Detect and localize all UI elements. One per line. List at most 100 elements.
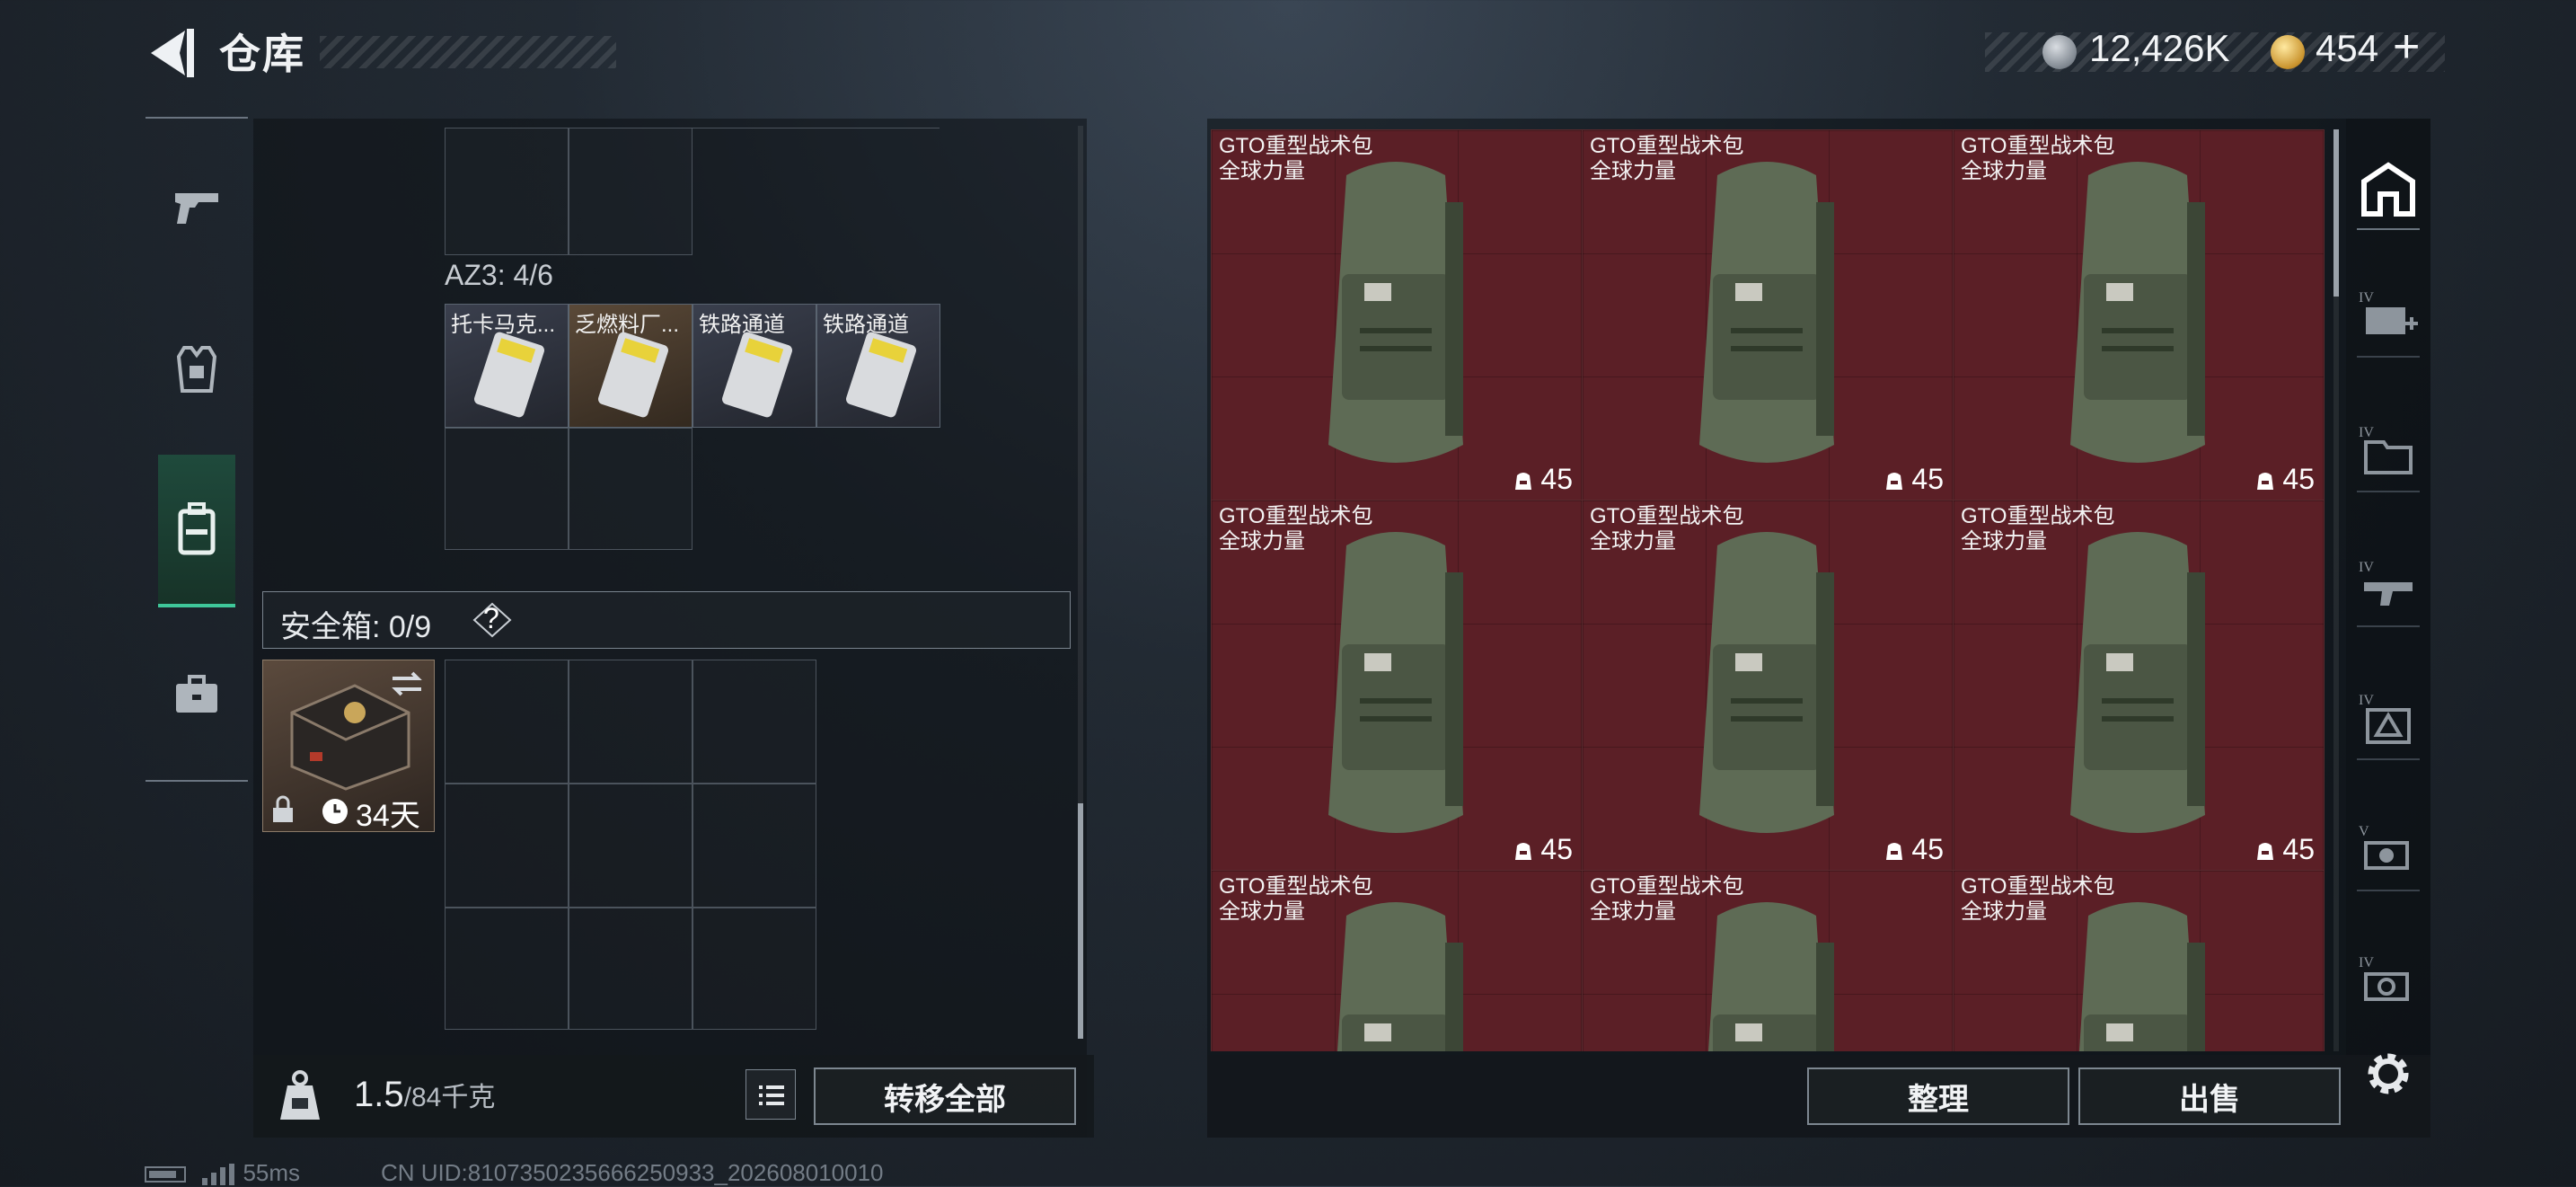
filter-documents[interactable]: IV bbox=[2357, 421, 2420, 492]
stash-item-backpack[interactable]: GTO重型战术包 全球力量 45 bbox=[1211, 500, 1583, 871]
item-name: GTO重型战术包 全球力量 bbox=[1961, 504, 2115, 554]
filter-gear[interactable]: IV bbox=[2357, 688, 2420, 760]
empty-slot[interactable] bbox=[445, 428, 569, 550]
warehouse-icon bbox=[2361, 162, 2415, 217]
filter-attachments[interactable]: V bbox=[2357, 819, 2420, 891]
keycard-item[interactable]: 铁路通道 bbox=[816, 304, 940, 428]
stash-item-backpack[interactable]: GTO重型战术包 全球力量 bbox=[1953, 870, 2325, 1051]
filter-misc[interactable]: IV bbox=[2357, 951, 2420, 1023]
stash-item-backpack[interactable]: GTO重型战术包 全球力量 bbox=[1582, 870, 1954, 1051]
empty-slot[interactable] bbox=[569, 128, 693, 255]
settings-button[interactable] bbox=[2360, 1046, 2416, 1102]
list-view-button[interactable] bbox=[745, 1069, 796, 1120]
triangle-box-icon: IV bbox=[2359, 693, 2411, 744]
item-name: GTO重型战术包 全球力量 bbox=[1590, 874, 1744, 924]
sort-button[interactable]: 整理 bbox=[1807, 1067, 2069, 1125]
svg-text:IV: IV bbox=[2359, 560, 2374, 575]
item-name: GTO重型战术包 全球力量 bbox=[1219, 504, 1373, 554]
back-arrow-icon bbox=[151, 29, 194, 77]
stash-scroll-thumb[interactable] bbox=[2333, 129, 2339, 297]
capacity-icon bbox=[1515, 472, 1532, 490]
help-button[interactable]: ? bbox=[471, 600, 514, 640]
stash-item-backpack[interactable]: GTO重型战术包 全球力量 45 bbox=[1953, 500, 2325, 871]
pistol-icon bbox=[175, 193, 218, 224]
svg-text:IV: IV bbox=[2359, 955, 2374, 970]
capacity-icon bbox=[1886, 842, 1903, 860]
safe-slot[interactable] bbox=[445, 784, 569, 908]
safe-slot[interactable] bbox=[569, 908, 693, 1030]
safe-slot[interactable] bbox=[569, 784, 693, 908]
signal-icon bbox=[202, 1164, 235, 1186]
stash-item-backpack[interactable]: GTO重型战术包 全球力量 45 bbox=[1953, 129, 2325, 500]
tab-armor[interactable] bbox=[158, 331, 235, 408]
capacity: 45 bbox=[2254, 833, 2315, 866]
back-button[interactable] bbox=[144, 27, 198, 79]
transfer-all-button[interactable]: 转移全部 bbox=[814, 1067, 1076, 1125]
briefcase-icon bbox=[176, 675, 217, 713]
backpack-icon bbox=[2070, 532, 2205, 833]
keycard-icon bbox=[474, 332, 544, 418]
add-currency-button[interactable]: + bbox=[2393, 20, 2420, 74]
folder-icon: IV bbox=[2359, 425, 2413, 474]
safe-slot[interactable] bbox=[445, 660, 569, 784]
item-name: GTO重型战术包 全球力量 bbox=[1590, 134, 1744, 183]
stash-item-backpack[interactable]: GTO重型战术包 全球力量 bbox=[1211, 870, 1583, 1051]
capacity-icon bbox=[1515, 842, 1532, 860]
safe-slot[interactable] bbox=[445, 908, 569, 1030]
filter-medical[interactable]: IV bbox=[2357, 286, 2420, 358]
item-name: GTO重型战术包 全球力量 bbox=[1219, 874, 1373, 924]
weight-current: 1.5 bbox=[354, 1075, 404, 1114]
keycard-item[interactable]: 铁路通道 bbox=[693, 304, 816, 428]
title-decoration bbox=[320, 36, 616, 68]
capacity-icon bbox=[2257, 472, 2274, 490]
empty-slot[interactable] bbox=[569, 428, 693, 550]
item-name: GTO重型战术包 全球力量 bbox=[1961, 134, 2115, 183]
gold-amount: 454 bbox=[2316, 27, 2379, 69]
capacity: 45 bbox=[2254, 463, 2315, 496]
capacity: 45 bbox=[1512, 833, 1573, 866]
container-label: AZ3: 4/6 bbox=[445, 259, 553, 291]
sell-button[interactable]: 出售 bbox=[2078, 1067, 2341, 1125]
list-icon bbox=[759, 1085, 784, 1105]
safe-slot[interactable] bbox=[693, 908, 816, 1030]
tab-case[interactable] bbox=[158, 656, 235, 733]
keycard-case-icon: IV bbox=[2359, 955, 2409, 1001]
backpack-icon bbox=[1328, 532, 1463, 833]
gear-icon bbox=[2368, 1053, 2409, 1094]
safe-slot[interactable] bbox=[693, 660, 816, 784]
keycard-icon bbox=[722, 332, 792, 418]
weight-icon bbox=[268, 1067, 332, 1125]
filter-all[interactable] bbox=[2357, 158, 2420, 230]
help-glyph: ? bbox=[483, 602, 499, 634]
safe-slot[interactable] bbox=[569, 660, 693, 784]
keycard-item[interactable]: 乏燃料厂... bbox=[569, 304, 693, 428]
svg-text:IV: IV bbox=[2359, 693, 2374, 708]
ping: 55ms bbox=[243, 1159, 301, 1186]
stash-item-backpack[interactable]: GTO重型战术包 全球力量 45 bbox=[1211, 129, 1583, 500]
stash-item-backpack[interactable]: GTO重型战术包 全球力量 45 bbox=[1582, 500, 1954, 871]
left-scroll-thumb[interactable] bbox=[1078, 803, 1083, 1039]
swap-icon[interactable] bbox=[389, 669, 425, 698]
safe-box-label: 安全箱: 0/9 bbox=[280, 610, 432, 644]
empty-slot[interactable] bbox=[445, 128, 569, 255]
battery-icon bbox=[145, 1166, 186, 1183]
status-bar: 55ms bbox=[144, 1159, 300, 1187]
safe-slot[interactable] bbox=[693, 784, 816, 908]
filter-weapons[interactable]: IV bbox=[2357, 555, 2420, 627]
stash-grid: GTO重型战术包 全球力量 45 GTO重型战术包 全球力量 45 GTO重型战术包 全球力量… bbox=[1211, 129, 2326, 1051]
capacity: 45 bbox=[1512, 463, 1573, 496]
item-name: GTO重型战术包 全球力量 bbox=[1219, 134, 1373, 183]
backpack-icon bbox=[2070, 162, 2205, 463]
backpack-icon bbox=[1699, 162, 1834, 463]
expiry-days: 34天 bbox=[356, 799, 420, 833]
capacity: 45 bbox=[1883, 833, 1944, 866]
keycard-icon bbox=[598, 332, 668, 418]
tab-weapons[interactable] bbox=[158, 169, 235, 246]
tab-backpack[interactable] bbox=[158, 455, 235, 607]
stash-item-backpack[interactable]: GTO重型战术包 全球力量 45 bbox=[1582, 129, 1954, 500]
svg-text:V: V bbox=[2359, 824, 2369, 839]
keycard-item[interactable]: 托卡马克... bbox=[445, 304, 569, 428]
silver-coin-icon bbox=[2042, 35, 2077, 69]
armor-vest-icon bbox=[176, 346, 217, 393]
gold-coin-icon bbox=[2271, 35, 2305, 69]
